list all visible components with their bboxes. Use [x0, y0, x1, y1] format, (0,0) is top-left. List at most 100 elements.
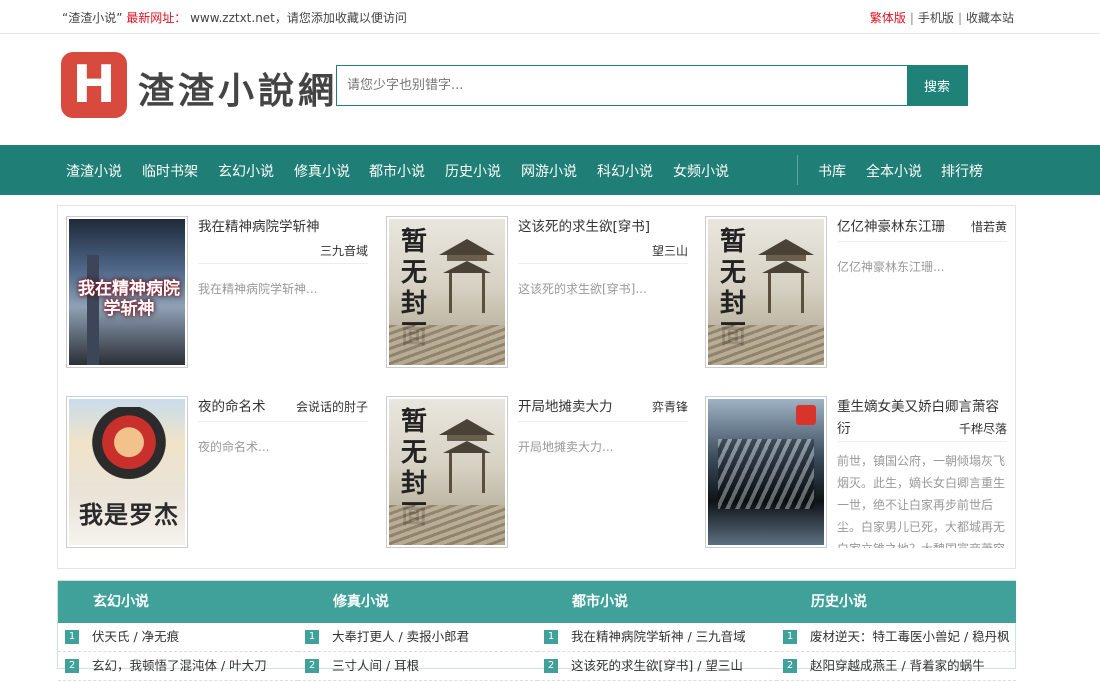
cover-placeholder: 暂无封面	[389, 219, 505, 365]
list-item[interactable]: 2 赵阳穿越成燕王 / 背着家的蜗牛	[776, 652, 1016, 681]
pavilion-icon	[439, 239, 495, 313]
rank-badge: 1	[544, 630, 558, 644]
list-item[interactable]: 2 玄幻，我顿悟了混沌体 / 叶大刀	[58, 652, 298, 681]
book-desc: 亿亿神豪林东江珊...	[837, 260, 945, 274]
mobile-link[interactable]: 手机版	[918, 11, 954, 25]
cover-title: 我在精神病院学斩神	[78, 279, 180, 319]
cover-art: 我在精神病院学斩神	[69, 219, 185, 365]
cover-placeholder: 暂无封面	[708, 219, 824, 365]
rank-badge: 2	[544, 659, 558, 673]
book-title-row: 亿亿神豪林东江珊 惜若黄	[837, 216, 1007, 242]
nav-item-library[interactable]: 书库	[818, 161, 846, 181]
rank-badge: 1	[783, 630, 797, 644]
book-card: 暂无封面 亿亿神豪林东江珊 惜若黄 亿亿神豪林东江珊...	[697, 206, 1017, 376]
rank-badge: 2	[65, 659, 79, 673]
category-column: 历史小说 1 废材逆天：特工毒医小兽妃 / 稳丹枫 2 赵阳穿越成燕王 / 背着家的…	[776, 581, 1016, 681]
logo-text[interactable]: 渣渣小說網	[138, 62, 338, 114]
nav-item-wangyou[interactable]: 网游小说	[521, 161, 577, 181]
cover-bridge	[708, 325, 824, 365]
category-title[interactable]: 都市小说	[537, 581, 777, 623]
book-info: 重生嫡女美又娇白卿言萧容衍 千桦尽落 前世，镇国公府，一朝倾塌灰飞烟灭。此生，嫡…	[837, 396, 1007, 548]
book-title[interactable]: 我在精神病院学斩神	[198, 216, 368, 238]
book-card: 暂无封面 开局地摊卖大力 弈青锋 开局地摊卖大力...	[378, 386, 698, 556]
nav-item-kehuan[interactable]: 科幻小说	[597, 161, 653, 181]
book-desc: 前世，镇国公府，一朝倾塌灰飞烟灭。此生，嫡长女白卿言重生一世，绝不让白家再步前世…	[837, 454, 1006, 548]
nav-divider	[797, 155, 798, 185]
category-column: 都市小说 1 我在精神病院学斩神 / 三九音域 2 这该死的求生欲[穿书] / 望三…	[537, 581, 777, 681]
separator: |	[957, 11, 962, 25]
book-info: 我在精神病院学斩神 三九音域 我在精神病院学斩神...	[198, 216, 368, 300]
book-cover[interactable]: 我是罗杰	[66, 396, 188, 548]
top-links: 繁体版 | 手机版 | 收藏本站	[870, 9, 1014, 26]
book-title[interactable]: 亿亿神豪林东江珊	[837, 216, 945, 238]
nav-item-xuanhuan[interactable]: 玄幻小说	[218, 161, 274, 181]
book-title-row: 开局地摊卖大力 弈青锋	[518, 396, 688, 422]
cover-title: 我是罗杰	[79, 500, 179, 529]
book-card: 我是罗杰 夜的命名术 会说话的肘子 夜的命名术...	[58, 386, 378, 556]
nav-item-home[interactable]: 渣渣小说	[66, 161, 122, 181]
new-url-label: 最新网址：	[126, 11, 187, 25]
book-cover[interactable]	[705, 396, 827, 548]
cover-art	[708, 399, 824, 545]
list-item[interactable]: 1 我在精神病院学斩神 / 三九音域	[537, 623, 777, 652]
book-info: 这该死的求生欲[穿书] 望三山 这该死的求生欲[穿书]...	[518, 216, 688, 300]
logo-icon[interactable]: H	[61, 52, 127, 118]
list-item[interactable]: 2 这该死的求生欲[穿书] / 望三山	[537, 652, 777, 681]
book-info: 开局地摊卖大力 弈青锋 开局地摊卖大力...	[518, 396, 688, 458]
book-cover[interactable]: 暂无封面	[705, 216, 827, 368]
nav-item-complete[interactable]: 全本小说	[866, 161, 922, 181]
bookmark-link[interactable]: 收藏本站	[966, 11, 1014, 25]
book-title[interactable]: 这该死的求生欲[穿书]	[518, 216, 688, 238]
traditional-link[interactable]: 繁体版	[870, 11, 906, 25]
search-input[interactable]	[337, 66, 908, 105]
logo-letter: H	[72, 55, 116, 115]
book-card: 重生嫡女美又娇白卿言萧容衍 千桦尽落 前世，镇国公府，一朝倾塌灰飞烟灭。此生，嫡…	[697, 386, 1017, 556]
pavilion-icon	[439, 419, 495, 493]
book-info: 夜的命名术 会说话的肘子 夜的命名术...	[198, 396, 368, 458]
book-cover[interactable]: 暂无封面	[386, 216, 508, 368]
list-item[interactable]: 1 伏天氏 / 净无痕	[58, 623, 298, 652]
list-item[interactable]: 2 三寸人间 / 耳根	[298, 652, 538, 681]
book-desc: 开局地摊卖大力...	[518, 440, 614, 454]
book-card: 我在精神病院学斩神 我在精神病院学斩神 三九音域 我在精神病院学斩神...	[58, 206, 378, 376]
site-notice: “渣渣小说” 最新网址： www.zztxt.net，请您添加收藏以便访问	[62, 9, 407, 26]
book-title[interactable]: 开局地摊卖大力	[518, 396, 613, 418]
rank-badge: 1	[65, 630, 79, 644]
book-info: 亿亿神豪林东江珊 惜若黄 亿亿神豪林东江珊...	[837, 216, 1007, 278]
publisher-badge-icon	[796, 405, 816, 425]
search-box: 搜索	[336, 65, 968, 106]
book-title[interactable]: 夜的命名术	[198, 396, 266, 418]
rank-badge: 2	[783, 659, 797, 673]
nav-item-ranking[interactable]: 排行榜	[941, 161, 983, 181]
header: H 渣渣小說網 搜索	[0, 34, 1100, 145]
nav-item-lishi[interactable]: 历史小说	[445, 161, 501, 181]
book-author: 千桦尽落	[837, 416, 1007, 442]
category-column: 玄幻小说 1 伏天氏 / 净无痕 2 玄幻，我顿悟了混沌体 / 叶大刀	[58, 581, 298, 681]
cover-figure	[89, 407, 169, 495]
featured-books: 我在精神病院学斩神 我在精神病院学斩神 三九音域 我在精神病院学斩神... 暂无…	[57, 205, 1016, 569]
nav-item-xiuzhen[interactable]: 修真小说	[294, 161, 350, 181]
category-title[interactable]: 修真小说	[298, 581, 538, 623]
book-cover[interactable]: 我在精神病院学斩神	[66, 216, 188, 368]
category-title[interactable]: 历史小说	[776, 581, 1016, 623]
site-quote: “渣渣小说”	[62, 11, 123, 25]
site-url: www.zztxt.net，请您添加收藏以便访问	[190, 11, 407, 25]
pavilion-icon	[758, 239, 814, 313]
book-desc: 我在精神病院学斩神...	[198, 282, 318, 296]
category-title[interactable]: 玄幻小说	[58, 581, 298, 623]
search-button[interactable]: 搜索	[907, 66, 967, 105]
book-author: 三九音域	[198, 238, 368, 264]
nav-item-nvpin[interactable]: 女频小说	[673, 161, 729, 181]
nav-item-bookshelf[interactable]: 临时书架	[142, 161, 198, 181]
cover-texture	[718, 439, 814, 509]
main-nav: 渣渣小说 临时书架 玄幻小说 修真小说 都市小说 历史小说 网游小说 科幻小说 …	[0, 145, 1100, 195]
list-item[interactable]: 1 废材逆天：特工毒医小兽妃 / 稳丹枫	[776, 623, 1016, 652]
list-item[interactable]: 1 大奉打更人 / 卖报小郎君	[298, 623, 538, 652]
cover-bridge	[389, 325, 505, 365]
book-card: 暂无封面 这该死的求生欲[穿书] 望三山 这该死的求生欲[穿书]...	[378, 206, 698, 376]
book-cover[interactable]: 暂无封面	[386, 396, 508, 548]
nav-item-dushi[interactable]: 都市小说	[369, 161, 425, 181]
book-title-row: 夜的命名术 会说话的肘子	[198, 396, 368, 422]
book-desc: 这该死的求生欲[穿书]...	[518, 282, 647, 296]
rank-badge: 1	[305, 630, 319, 644]
